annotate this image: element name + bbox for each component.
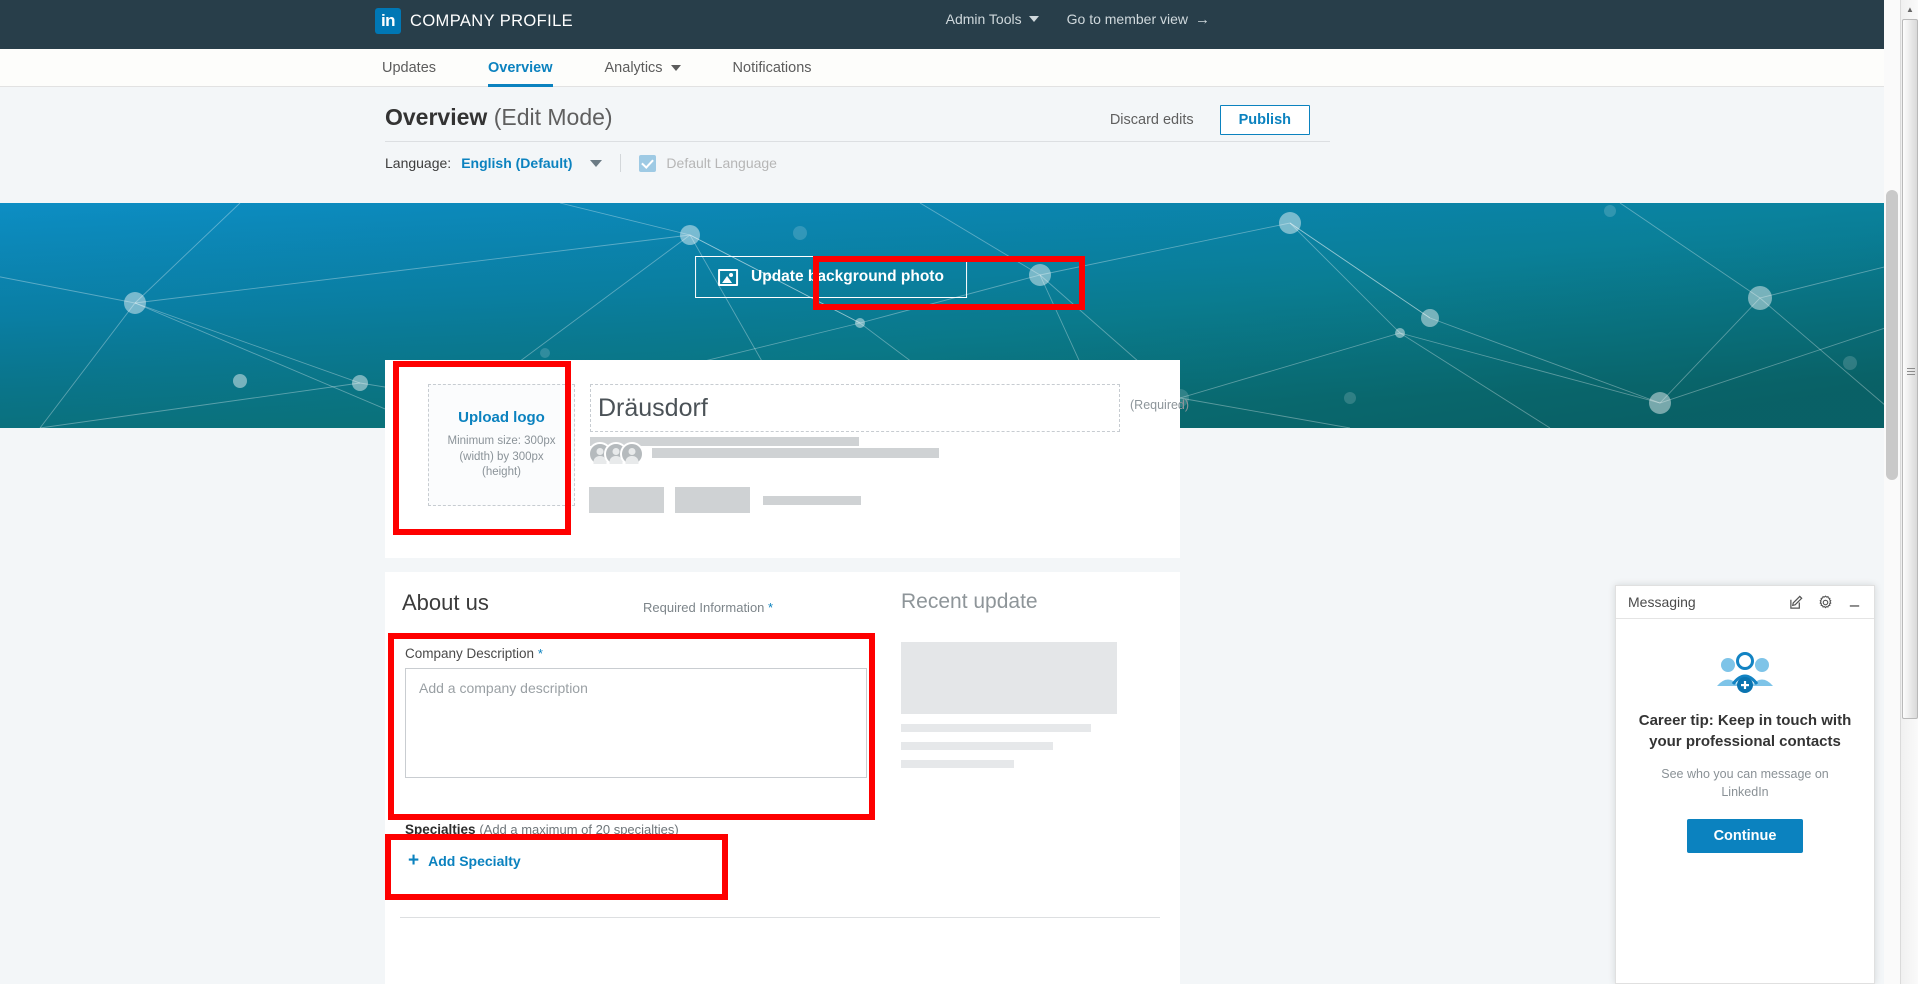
chevron-down-icon	[671, 65, 681, 71]
company-description-input[interactable]	[405, 668, 867, 778]
update-background-photo-label: Update background photo	[751, 268, 944, 286]
placeholder-block	[675, 487, 750, 513]
page-title-main: Overview	[385, 104, 487, 130]
company-name-required-tag: (Required)	[1130, 398, 1189, 412]
language-selector-row: Language: English (Default) Default Lang…	[385, 154, 777, 172]
specialties-label-text: Specialties	[405, 822, 476, 837]
messaging-body: Career tip: Keep in touch with your prof…	[1616, 619, 1874, 853]
page-title: Overview (Edit Mode)	[385, 104, 613, 131]
member-view-label: Go to member view	[1067, 11, 1188, 27]
people-network-icon	[1715, 650, 1775, 696]
primary-tab-strip: Updates Overview Analytics Notifications	[0, 49, 1900, 87]
scroll-up-arrow-icon[interactable]: ▲	[1901, 0, 1918, 18]
page-inner-scrollbar-thumb[interactable]	[1886, 190, 1898, 480]
placeholder-bar	[652, 448, 939, 458]
placeholder-bar	[763, 496, 861, 505]
about-section-divider	[400, 917, 1160, 918]
admin-tools-label: Admin Tools	[946, 11, 1022, 27]
tab-notifications-label: Notifications	[733, 60, 812, 76]
upload-logo-dropzone[interactable]: Upload logo Minimum size: 300px (width) …	[428, 384, 575, 506]
page-title-mode: (Edit Mode)	[494, 104, 613, 130]
language-label: Language:	[385, 155, 451, 171]
placeholder-bar	[901, 724, 1091, 732]
messaging-tip-heading: Career tip: Keep in touch with your prof…	[1638, 710, 1852, 753]
add-specialty-button[interactable]: + Add Specialty	[408, 851, 521, 870]
window-scrollbar-thumb[interactable]	[1902, 19, 1918, 719]
placeholder-bar	[901, 742, 1053, 750]
placeholder-bar	[901, 760, 1014, 768]
recent-update-title: Recent update	[901, 590, 1038, 614]
tab-updates[interactable]: Updates	[382, 49, 436, 87]
follower-avatars	[588, 442, 644, 466]
default-language-label: Default Language	[666, 155, 777, 171]
messaging-tip-subtext: See who you can message on LinkedIn	[1638, 765, 1852, 801]
about-us-title: About us	[402, 590, 489, 616]
required-information-label: Required Information	[643, 600, 764, 615]
window-scrollbar[interactable]: ▲	[1900, 0, 1918, 984]
page-header: Overview (Edit Mode) Discard edits Publi…	[0, 87, 1900, 203]
language-dropdown[interactable]: English (Default)	[461, 155, 572, 171]
page-inner-scrollbar[interactable]	[1884, 0, 1900, 984]
gear-icon[interactable]	[1818, 595, 1833, 610]
upload-logo-link[interactable]: Upload logo	[458, 409, 545, 426]
tab-notifications[interactable]: Notifications	[733, 49, 812, 87]
tab-overview-label: Overview	[488, 60, 553, 76]
company-name-value: Dräusdorf	[598, 394, 708, 423]
discard-edits-button[interactable]: Discard edits	[1110, 112, 1194, 128]
messaging-widget: Messaging	[1615, 585, 1875, 984]
messaging-title: Messaging	[1628, 594, 1789, 610]
tab-analytics[interactable]: Analytics	[605, 49, 681, 87]
tab-overview[interactable]: Overview	[488, 49, 553, 87]
minimize-icon[interactable]	[1847, 595, 1862, 610]
chevron-down-icon[interactable]	[590, 160, 602, 167]
top-navigation-bar: in COMPANY PROFILE Admin Tools Go to mem…	[0, 0, 1900, 49]
chevron-down-icon	[1029, 16, 1039, 22]
required-information-note: Required Information *	[643, 600, 773, 615]
avatar	[620, 442, 644, 466]
company-identity-card: Upload logo Minimum size: 300px (width) …	[385, 360, 1180, 558]
messaging-header[interactable]: Messaging	[1616, 586, 1874, 619]
tab-updates-label: Updates	[382, 60, 436, 76]
divider	[620, 154, 621, 172]
required-asterisk: *	[768, 600, 773, 615]
linkedin-logo-icon: in	[375, 8, 401, 34]
plus-icon: +	[408, 851, 419, 870]
browser-viewport: in COMPANY PROFILE Admin Tools Go to mem…	[0, 0, 1918, 984]
specialties-label: Specialties (Add a maximum of 20 special…	[405, 822, 679, 837]
page-header-actions: Discard edits Publish	[1110, 105, 1310, 135]
scrollbar-grip-icon	[1907, 368, 1915, 375]
default-language-checkbox[interactable]	[639, 155, 656, 172]
add-specialty-label: Add Specialty	[428, 853, 521, 869]
about-us-card: About us Required Information * Recent u…	[385, 572, 1180, 984]
top-bar-actions: Admin Tools Go to member view →	[946, 11, 1210, 27]
company-description-label: Company Description *	[405, 646, 543, 661]
specialties-hint: (Add a maximum of 20 specialties)	[479, 822, 678, 837]
tab-list: Updates Overview Analytics Notifications	[382, 49, 864, 87]
company-description-label-text: Company Description	[405, 646, 534, 661]
tab-analytics-label: Analytics	[605, 60, 663, 76]
required-asterisk: *	[538, 646, 543, 661]
go-to-member-view-link[interactable]: Go to member view →	[1067, 11, 1210, 27]
image-icon	[718, 269, 738, 286]
company-name-field[interactable]: Dräusdorf	[590, 384, 1120, 432]
admin-tools-menu[interactable]: Admin Tools	[946, 11, 1039, 27]
logo-size-hint: Minimum size: 300px (width) by 300px (he…	[444, 434, 559, 481]
recent-update-image-placeholder	[901, 642, 1117, 714]
update-background-photo-button[interactable]: Update background photo	[695, 256, 967, 298]
brand-logo-area[interactable]: in COMPANY PROFILE	[375, 8, 573, 34]
compose-icon[interactable]	[1789, 595, 1804, 610]
messaging-header-icons	[1789, 595, 1862, 610]
brand-title: COMPANY PROFILE	[410, 12, 573, 31]
placeholder-block	[589, 487, 664, 513]
publish-button[interactable]: Publish	[1220, 105, 1310, 135]
header-divider	[385, 141, 1330, 142]
continue-button[interactable]: Continue	[1687, 819, 1804, 853]
arrow-right-icon: →	[1195, 12, 1210, 27]
